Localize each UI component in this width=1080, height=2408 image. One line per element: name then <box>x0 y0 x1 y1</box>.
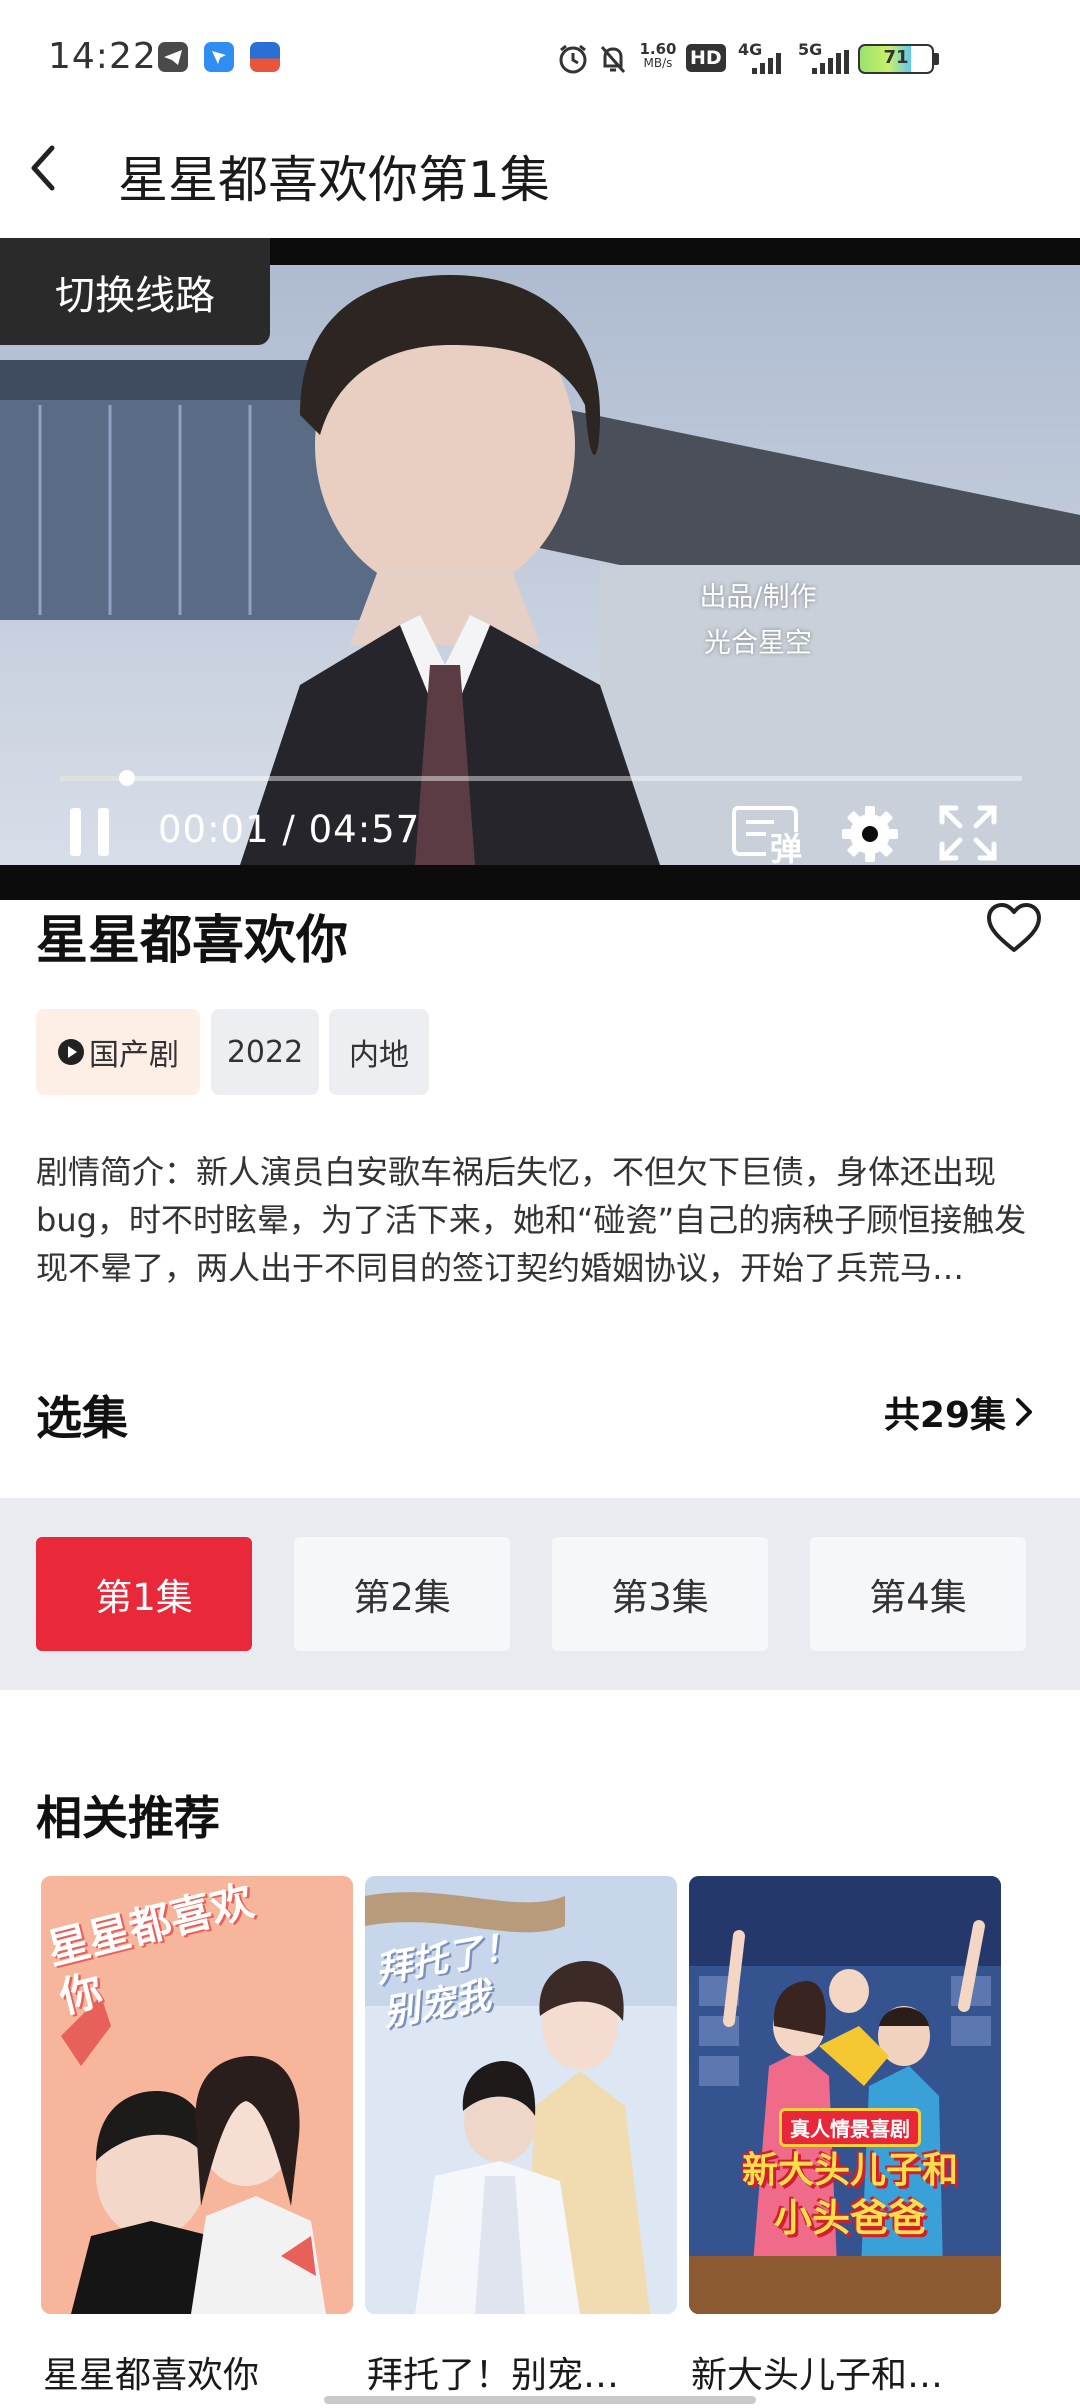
episode-count-label: 共29集 <box>883 1395 1006 1436</box>
video-frame[interactable]: 出品/制作 光合星空 <box>0 265 1080 865</box>
progress-track[interactable] <box>60 776 1022 781</box>
progress-knob[interactable] <box>119 770 135 786</box>
episodes-title: 选集 <box>36 1391 128 1445</box>
fullscreen-button[interactable] <box>938 804 998 862</box>
net-speed-value: 1.60 <box>639 40 677 58</box>
news-notification-icon <box>250 42 280 72</box>
time-display: 00:01 / 04:57 <box>158 808 421 851</box>
recommend-card-poster[interactable]: 星星都喜欢你 <box>41 1876 353 2314</box>
poster-image <box>689 1876 1001 2314</box>
episode-count-link[interactable]: 共29集 <box>884 1386 1036 1438</box>
episode-button[interactable]: 第3集 <box>552 1537 768 1651</box>
danmaku-button[interactable]: 弹 <box>732 804 802 868</box>
mute-bell-icon <box>596 42 630 80</box>
poster-title-line1: 新大头儿子和 <box>741 2150 958 2191</box>
play-circle-icon <box>58 1039 84 1065</box>
poster-badge: 真人情景喜剧 <box>779 2108 921 2147</box>
settings-button[interactable] <box>840 804 900 864</box>
video-frame-image <box>0 265 1080 865</box>
recommend-card-poster[interactable]: 真人情景喜剧 新大头儿子和 小头爸爸 <box>689 1876 1001 2314</box>
alarm-icon <box>556 42 590 80</box>
battery-level: 71 <box>883 47 909 68</box>
episode-button[interactable]: 第1集 <box>36 1537 252 1651</box>
recommend-title: 相关推荐 <box>36 1791 220 1845</box>
recommend-card-title[interactable]: 拜托了！别宠… <box>367 2346 619 2398</box>
tag-region[interactable]: 内地 <box>329 1009 429 1095</box>
battery-icon: 71 <box>858 44 934 74</box>
video-credit: 出品/制作 光合星空 <box>668 575 848 667</box>
hd-label: HD <box>690 47 722 69</box>
episode-button[interactable]: 第2集 <box>294 1537 510 1651</box>
tag-year[interactable]: 2022 <box>211 1009 319 1095</box>
back-button[interactable] <box>14 138 74 198</box>
net-speed-unit: MB/s <box>643 56 673 70</box>
signal-5g-icon: 5G <box>798 40 850 76</box>
signal-4g-icon: 4G <box>738 40 788 76</box>
episode-button[interactable]: 第4集 <box>810 1537 1026 1651</box>
status-bar: 14:22 1.60 MB/s HD 4G 5G 71 <box>0 0 1080 118</box>
battery-tip <box>934 53 939 65</box>
heart-icon <box>987 903 1041 952</box>
fullscreen-icon <box>939 805 997 861</box>
recommend-card-poster[interactable]: 拜托了！别宠我 <box>365 1876 677 2314</box>
pause-icon <box>70 808 109 856</box>
pause-button[interactable] <box>62 804 118 860</box>
hd-voice-icon: HD <box>686 44 726 72</box>
poster-title-art: 新大头儿子和 小头爸爸 <box>725 2148 975 2242</box>
credit-line1: 出品/制作 <box>699 582 817 613</box>
chevron-right-icon <box>1016 1398 1032 1426</box>
poster-title-line2: 小头爸爸 <box>773 2196 926 2240</box>
page-title: 星星都喜欢你第1集 <box>118 151 550 209</box>
recommend-card-title[interactable]: 新大头儿子和… <box>691 2346 943 2398</box>
status-time: 14:22 <box>48 36 157 77</box>
danmaku-label: 弹 <box>770 830 803 868</box>
tag-category-label: 国产剧 <box>89 1038 179 1073</box>
back-arrow-icon <box>31 145 55 191</box>
home-indicator[interactable] <box>324 2396 756 2404</box>
app-notification-icon <box>204 42 234 72</box>
gear-icon <box>842 806 898 862</box>
tag-category[interactable]: 国产剧 <box>36 1009 200 1095</box>
net-speed: 1.60 MB/s <box>636 40 680 71</box>
credit-line2: 光合星空 <box>704 628 812 659</box>
switch-line-button[interactable]: 切换线路 <box>0 238 270 345</box>
progress-fill <box>60 776 127 781</box>
video-player[interactable]: 出品/制作 光合星空 切换线路 00:01 / 04:57 弹 <box>0 238 1080 900</box>
synopsis[interactable]: 剧情简介：新人演员白安歌车祸后失忆，不但欠下巨债，身体还出现bug，时不时眩晕，… <box>36 1148 1046 1292</box>
favorite-button[interactable] <box>985 900 1043 958</box>
telegram-notification-icon <box>158 42 188 72</box>
show-title: 星星都喜欢你 <box>36 911 349 971</box>
recommend-card-title[interactable]: 星星都喜欢你 <box>43 2346 259 2398</box>
